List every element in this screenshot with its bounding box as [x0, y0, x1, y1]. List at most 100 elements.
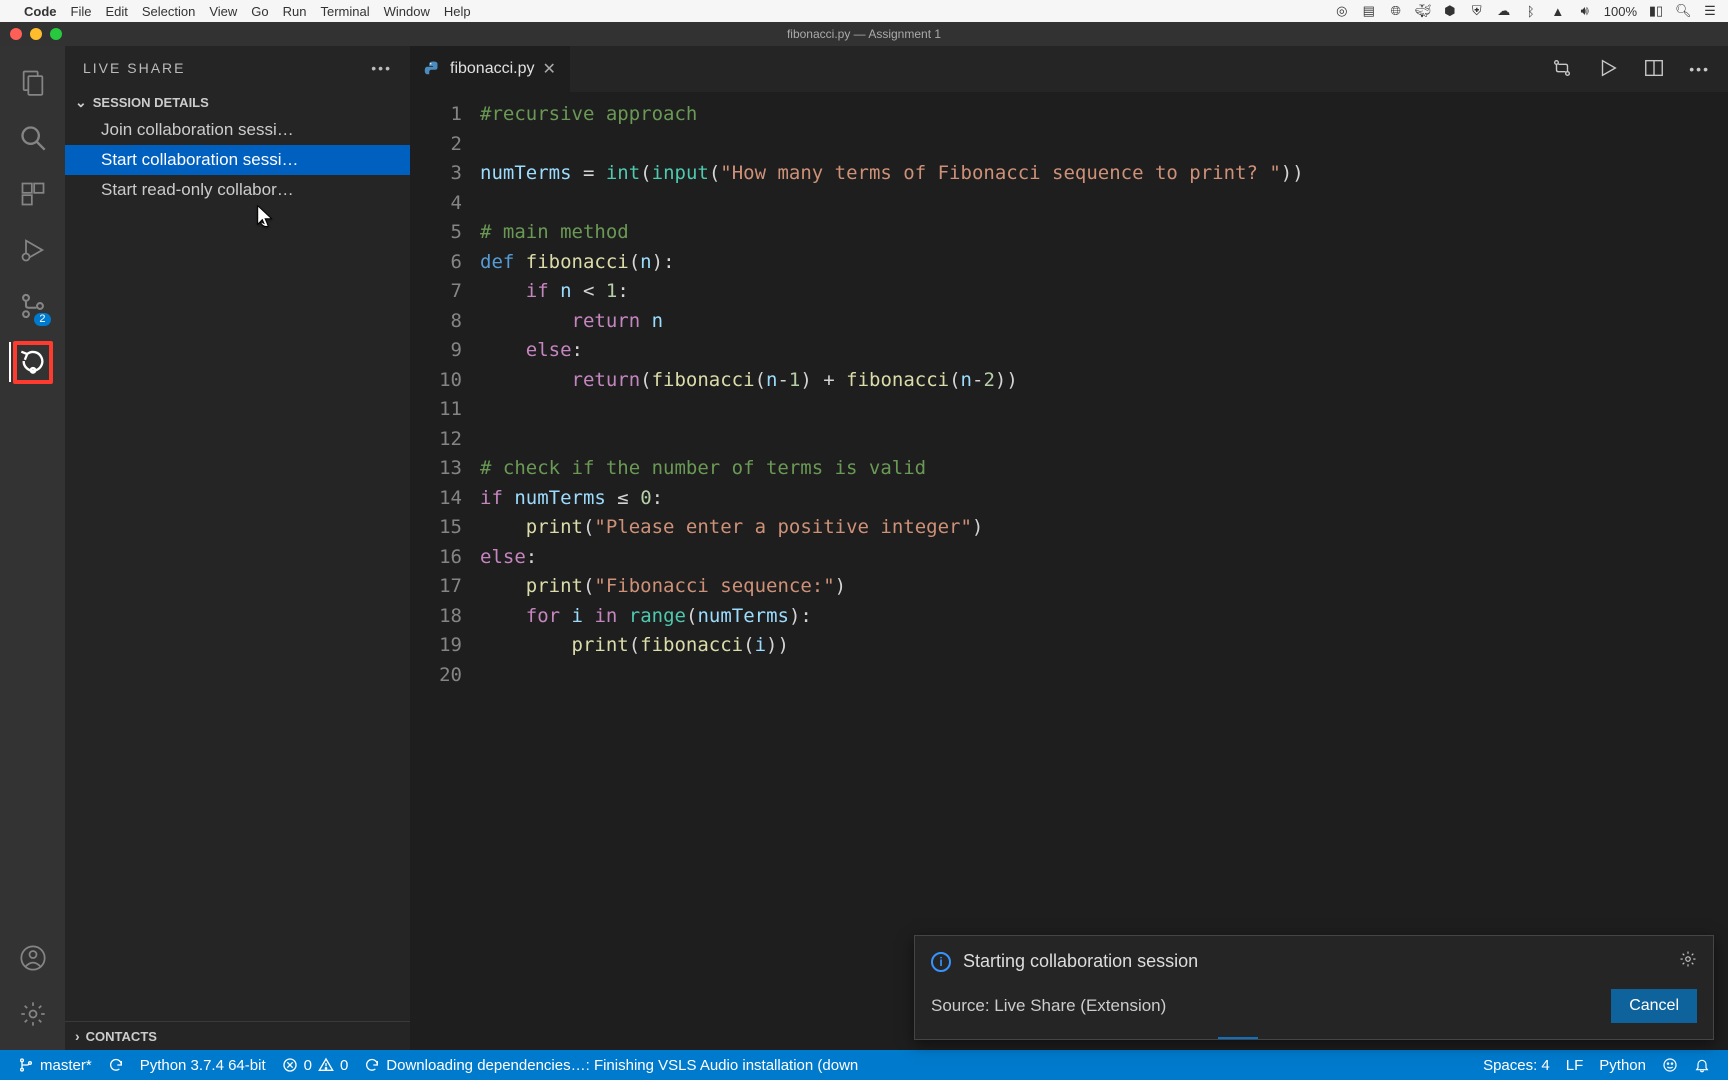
menu-help[interactable]: Help — [444, 4, 471, 19]
editor-group: fibonacci.py ✕ ••• 123456789101112131415… — [410, 46, 1728, 1050]
run-file-icon[interactable] — [1597, 57, 1619, 82]
source-control-badge: 2 — [34, 313, 50, 326]
sidebar-item-2[interactable]: Start read-only collabor… — [65, 175, 410, 205]
line-number: 7 — [410, 277, 462, 307]
code-line[interactable]: else: — [480, 336, 1728, 366]
code-line[interactable]: #recursive approach — [480, 100, 1728, 130]
sidebar-item-1[interactable]: Start collaboration sessi… — [65, 145, 410, 175]
window-close-button[interactable] — [10, 28, 22, 40]
activity-search[interactable] — [9, 110, 57, 166]
menu-edit[interactable]: Edit — [105, 4, 127, 19]
status-language[interactable]: Python — [1591, 1057, 1654, 1074]
activity-run[interactable] — [9, 222, 57, 278]
window-minimize-button[interactable] — [30, 28, 42, 40]
status-eol[interactable]: LF — [1558, 1057, 1592, 1074]
vol-icon[interactable]: 🔊︎ — [1577, 3, 1593, 19]
status-python[interactable]: Python 3.7.4 64-bit — [132, 1057, 274, 1074]
sync-icon[interactable]: ◎ — [1334, 3, 1350, 19]
code-line[interactable]: print("Fibonacci sequence:") — [480, 572, 1728, 602]
db-icon[interactable]: ▤ — [1361, 3, 1377, 19]
package-icon[interactable]: ⬢ — [1442, 3, 1458, 19]
battery-percent[interactable]: 100% — [1604, 4, 1637, 19]
status-spaces[interactable]: Spaces: 4 — [1475, 1057, 1558, 1074]
menu-go[interactable]: Go — [251, 4, 268, 19]
code-line[interactable]: numTerms = int(input("How many terms of … — [480, 159, 1728, 189]
line-number: 2 — [410, 130, 462, 160]
line-number: 17 — [410, 572, 462, 602]
window-zoom-button[interactable] — [50, 28, 62, 40]
battery-icon[interactable]: ▮▯ — [1648, 3, 1664, 19]
code-line[interactable] — [480, 395, 1728, 425]
section-contacts[interactable]: › CONTACTS — [65, 1021, 410, 1050]
code-editor[interactable]: 1234567891011121314151617181920 #recursi… — [410, 92, 1728, 1050]
editor-tabs: fibonacci.py ✕ ••• — [410, 46, 1728, 92]
notification-cancel-button[interactable]: Cancel — [1611, 989, 1697, 1023]
split-editor-icon[interactable] — [1643, 57, 1665, 82]
status-feedback-icon[interactable] — [1654, 1057, 1686, 1073]
code-line[interactable]: print("Please enter a positive integer") — [480, 513, 1728, 543]
info-icon: i — [931, 952, 951, 972]
activity-bar: 2 — [0, 46, 65, 1050]
status-downloading[interactable]: Downloading dependencies…: Finishing VSL… — [356, 1057, 866, 1074]
activity-live-share[interactable] — [9, 334, 57, 390]
code-line[interactable] — [480, 425, 1728, 455]
status-bell-icon[interactable] — [1686, 1057, 1718, 1073]
line-number: 10 — [410, 366, 462, 396]
editor-more-icon[interactable]: ••• — [1689, 61, 1710, 77]
code-line[interactable]: return n — [480, 307, 1728, 337]
code-line[interactable] — [480, 130, 1728, 160]
tab-fibonacci[interactable]: fibonacci.py ✕ — [410, 46, 571, 92]
python-file-icon — [424, 60, 442, 78]
code-line[interactable]: if numTerms ≤ 0: — [480, 484, 1728, 514]
menu-run[interactable]: Run — [283, 4, 307, 19]
menu-file[interactable]: File — [71, 4, 92, 19]
control-center-icon[interactable]: ☰ — [1702, 3, 1718, 19]
status-branch[interactable]: master* — [10, 1057, 100, 1074]
activity-explorer[interactable] — [9, 54, 57, 110]
status-errors[interactable]: 0 0 — [274, 1057, 357, 1074]
menu-view[interactable]: View — [209, 4, 237, 19]
line-number: 6 — [410, 248, 462, 278]
tab-close-icon[interactable]: ✕ — [543, 59, 556, 79]
code-content[interactable]: #recursive approach numTerms = int(input(… — [480, 92, 1728, 1050]
compare-changes-icon[interactable] — [1551, 57, 1573, 82]
status-sync-icon[interactable] — [100, 1057, 132, 1073]
activity-settings[interactable] — [9, 986, 57, 1042]
sidebar-more-icon[interactable]: ••• — [371, 60, 392, 76]
spotlight-icon[interactable]: 🔍︎ — [1675, 3, 1691, 19]
line-number: 16 — [410, 543, 462, 573]
menu-terminal[interactable]: Terminal — [321, 4, 370, 19]
globe-icon[interactable]: 🌐︎ — [1388, 3, 1404, 19]
line-number: 15 — [410, 513, 462, 543]
code-line[interactable]: return(fibonacci(n-1) + fibonacci(n-2)) — [480, 366, 1728, 396]
code-line[interactable]: for i in range(numTerms): — [480, 602, 1728, 632]
activity-source-control[interactable]: 2 — [9, 278, 57, 334]
activity-extensions[interactable] — [9, 166, 57, 222]
code-line[interactable]: if n < 1: — [480, 277, 1728, 307]
line-number: 8 — [410, 307, 462, 337]
code-line[interactable]: # main method — [480, 218, 1728, 248]
section-session-details-label: SESSION DETAILS — [93, 95, 209, 110]
tutorial-highlight-box — [13, 341, 53, 384]
activity-accounts[interactable] — [9, 930, 57, 986]
code-line[interactable]: else: — [480, 543, 1728, 573]
section-contacts-label: CONTACTS — [86, 1029, 157, 1044]
code-line[interactable]: def fibonacci(n): — [480, 248, 1728, 278]
wifi-icon[interactable]: ▲ — [1550, 4, 1566, 19]
bt-icon[interactable]: ᛒ — [1523, 4, 1539, 19]
code-line[interactable] — [480, 661, 1728, 691]
line-number: 19 — [410, 631, 462, 661]
code-line[interactable] — [480, 189, 1728, 219]
menu-window[interactable]: Window — [384, 4, 430, 19]
section-session-details[interactable]: ⌄ SESSION DETAILS — [65, 90, 410, 115]
code-line[interactable]: print(fibonacci(i)) — [480, 631, 1728, 661]
shield-icon[interactable]: ⛨ — [1469, 3, 1485, 19]
sidebar-item-0[interactable]: Join collaboration sessi… — [65, 115, 410, 145]
notification-gear-icon[interactable] — [1679, 950, 1697, 973]
docker-icon[interactable]: 🐳︎ — [1415, 3, 1431, 19]
app-name[interactable]: Code — [24, 4, 57, 19]
cloud-icon[interactable]: ☁︎ — [1496, 3, 1512, 19]
menu-selection[interactable]: Selection — [142, 4, 195, 19]
code-line[interactable]: # check if the number of terms is valid — [480, 454, 1728, 484]
chevron-right-icon: › — [75, 1028, 80, 1044]
